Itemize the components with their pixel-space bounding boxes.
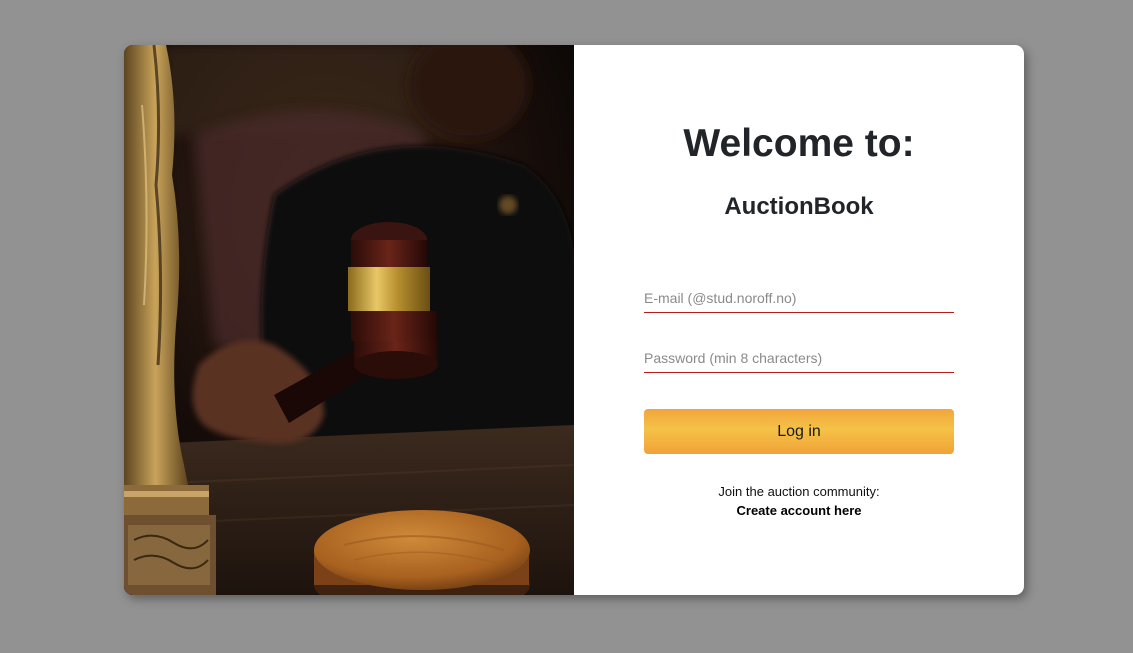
login-button[interactable]: Log in xyxy=(644,409,954,454)
brand-name: AuctionBook xyxy=(724,193,874,220)
join-text: Join the auction community: xyxy=(718,484,880,499)
email-field[interactable] xyxy=(644,283,954,313)
password-field[interactable] xyxy=(644,343,954,373)
login-card: Welcome to: AuctionBook Log in Join the … xyxy=(124,45,1024,595)
signup-prompt: Join the auction community: Create accou… xyxy=(574,482,1024,520)
welcome-heading: Welcome to: xyxy=(683,122,915,165)
create-account-link[interactable]: Create account here xyxy=(574,501,1024,520)
login-form-panel: Welcome to: AuctionBook Log in Join the … xyxy=(574,45,1024,595)
hero-image xyxy=(124,45,574,595)
